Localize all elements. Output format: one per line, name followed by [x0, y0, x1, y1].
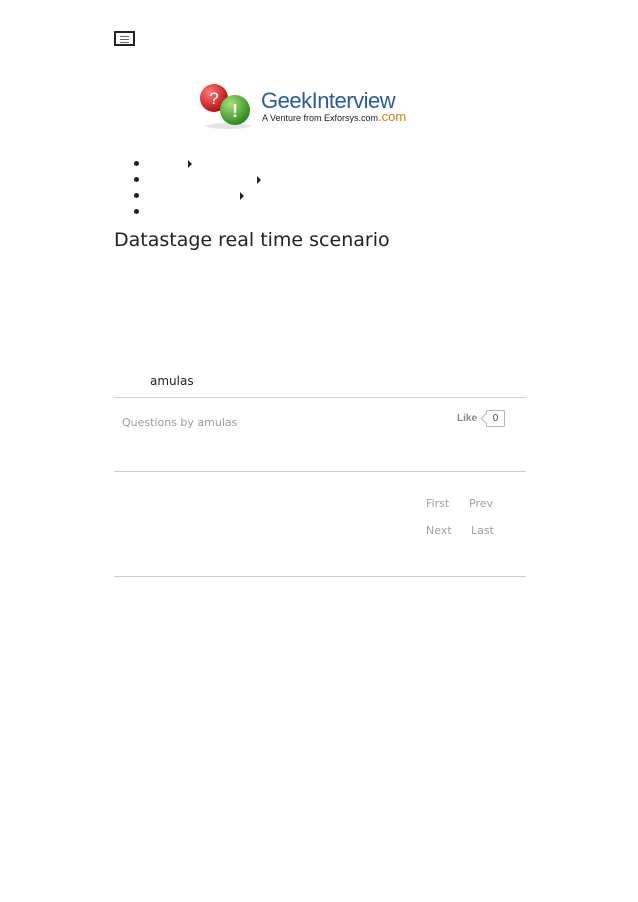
menu-bar	[120, 36, 129, 37]
logo-tagline: A Venture from Exforsys.com	[262, 113, 379, 123]
page-title: Datastage real time scenario	[114, 229, 390, 251]
divider	[114, 397, 526, 398]
like-count-badge: 0	[480, 410, 505, 427]
divider	[114, 576, 526, 577]
caret-right-icon[interactable]	[240, 192, 244, 200]
questions-by-link[interactable]: Questions by amulas	[122, 416, 237, 429]
author-name[interactable]: amulas	[150, 374, 194, 388]
pagination-first[interactable]: First	[426, 497, 449, 510]
bullet-icon	[134, 177, 139, 182]
svg-text:!: !	[232, 101, 238, 121]
menu-bar	[120, 39, 129, 40]
divider	[114, 471, 526, 472]
bubble-tip-icon	[480, 413, 491, 424]
logo-suffix: .com	[378, 109, 407, 124]
pagination-last[interactable]: Last	[471, 524, 494, 537]
like-button[interactable]: Like	[457, 413, 477, 424]
like-count: 0	[492, 413, 499, 424]
pagination-next[interactable]: Next	[426, 524, 452, 537]
menu-bar	[120, 42, 129, 43]
logo-name: GeekInterview	[261, 88, 396, 113]
bullet-icon	[134, 193, 139, 198]
bullet-icon	[134, 209, 139, 214]
bullet-icon	[134, 161, 139, 166]
question-exclamation-logo-icon: ? !	[200, 84, 250, 129]
pagination-prev[interactable]: Prev	[469, 497, 493, 510]
caret-right-icon[interactable]	[257, 176, 261, 184]
caret-right-icon[interactable]	[188, 160, 192, 168]
hamburger-menu-icon[interactable]	[114, 31, 135, 46]
geekinterview-logo[interactable]: ? ! GeekInterview A Venture from Exforsy…	[198, 82, 413, 130]
svg-text:?: ?	[209, 89, 218, 108]
